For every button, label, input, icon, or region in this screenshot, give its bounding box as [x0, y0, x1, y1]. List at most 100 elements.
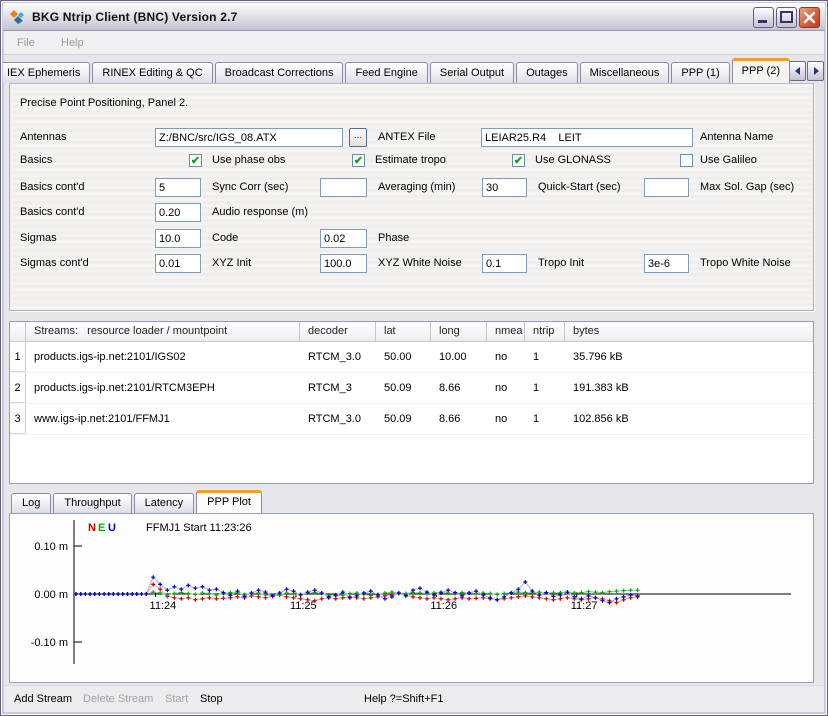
tab-ppp-plot[interactable]: PPP Plot — [196, 490, 262, 513]
bnc-logo-icon — [9, 9, 25, 25]
svg-text:0.10 m: 0.10 m — [34, 541, 68, 553]
streams-table-header: Streams: resource loader / mountpoint de… — [10, 322, 813, 342]
antenna-name-label: Antenna Name — [700, 128, 773, 147]
audio-response-input[interactable] — [155, 203, 201, 222]
header-long: long — [431, 322, 487, 341]
basics-label: Basics — [20, 151, 52, 170]
tab-ppp-1[interactable]: PPP (1) — [671, 62, 729, 83]
basics-contd2-label: Basics cont'd — [20, 203, 84, 222]
tab-scroll-right-button[interactable] — [807, 61, 824, 81]
svg-text:N: N — [88, 522, 96, 534]
ppp2-panel: Precise Point Positioning, Panel 2. Ante… — [9, 83, 814, 311]
tropo-init-input[interactable] — [482, 254, 527, 273]
tab-throughput[interactable]: Throughput — [53, 493, 131, 513]
xyz-init-input[interactable] — [155, 254, 201, 273]
cell-decoder: RTCM_3.0 — [300, 404, 376, 434]
use-galileo-label: Use Galileo — [700, 151, 757, 170]
tab-latency[interactable]: Latency — [134, 493, 195, 513]
averaging-input[interactable] — [320, 178, 367, 197]
panel-heading: Precise Point Positioning, Panel 2. — [20, 94, 188, 113]
tab-scroll-left-button[interactable] — [789, 61, 806, 81]
cell-bytes: 191.383 kB — [565, 373, 813, 403]
tab-serial-output[interactable]: Serial Output — [430, 62, 514, 83]
antex-path-input[interactable] — [155, 128, 343, 147]
cell-long: 8.66 — [431, 373, 487, 403]
tab-broadcast-corrections[interactable]: Broadcast Corrections — [215, 62, 344, 83]
tropo-init-label: Tropo Init — [538, 254, 584, 273]
minimize-button[interactable] — [753, 7, 774, 28]
max-sol-gap-label: Max Sol. Gap (sec) — [700, 178, 794, 197]
use-phase-obs-checkbox[interactable]: ✔ — [189, 154, 202, 167]
row-number: 3 — [10, 404, 26, 434]
streams-table: Streams: resource loader / mountpoint de… — [9, 321, 814, 484]
use-glonass-checkbox[interactable]: ✔ — [512, 154, 525, 167]
use-glonass-label: Use GLONASS — [535, 151, 611, 170]
start-button[interactable]: Start — [165, 686, 188, 713]
cell-decoder: RTCM_3 — [300, 373, 376, 403]
svg-text:11:26: 11:26 — [430, 600, 457, 612]
cell-nmea: no — [487, 404, 525, 434]
browse-antex-button[interactable]: ... — [349, 128, 367, 147]
header-mountpoint: Streams: resource loader / mountpoint — [26, 322, 300, 341]
audio-response-label: Audio response (m) — [212, 203, 308, 222]
cell-bytes: 102.856 kB — [565, 404, 813, 434]
tab-outages[interactable]: Outages — [516, 62, 578, 83]
sigma-phase-input[interactable] — [320, 229, 367, 248]
chevron-right-icon — [810, 65, 822, 77]
add-stream-button[interactable]: Add Stream — [14, 686, 72, 713]
tab-rinex-editing-qc[interactable]: RINEX Editing & QC — [92, 62, 212, 83]
close-button[interactable] — [799, 7, 820, 28]
antennas-label: Antennas — [20, 128, 66, 147]
tab-rinex-ephemeris[interactable]: IEX Ephemeris — [3, 62, 90, 83]
sync-corr-input[interactable] — [155, 178, 201, 197]
title-bar: BKG Ntrip Client (BNC) Version 2.7 — [3, 3, 825, 31]
chevron-left-icon — [792, 65, 804, 77]
header-decoder: decoder — [300, 322, 376, 341]
row-number: 1 — [10, 342, 26, 372]
stream-row-3[interactable]: 3 www.igs-ip.net:2101/FFMJ1 RTCM_3.0 50.… — [10, 404, 813, 435]
xyz-white-noise-input[interactable] — [320, 254, 367, 273]
minimize-icon — [754, 8, 773, 27]
menu-help[interactable]: Help — [61, 31, 84, 55]
estimate-tropo-checkbox[interactable]: ✔ — [352, 154, 365, 167]
use-phase-obs-label: Use phase obs — [212, 151, 285, 170]
stop-button[interactable]: Stop — [200, 686, 223, 713]
tab-miscellaneous[interactable]: Miscellaneous — [580, 62, 670, 83]
window-title: BKG Ntrip Client (BNC) Version 2.7 — [32, 10, 238, 24]
sigma-code-label: Code — [212, 229, 238, 248]
sigma-code-input[interactable] — [155, 229, 201, 248]
antenna-name-input[interactable] — [481, 128, 693, 147]
maximize-button[interactable] — [776, 7, 797, 28]
delete-stream-button[interactable]: Delete Stream — [83, 686, 153, 713]
cell-mountpoint: products.igs-ip.net:2101/RTCM3EPH — [26, 373, 300, 403]
header-ntrip: ntrip — [525, 322, 565, 341]
stream-row-2[interactable]: 2 products.igs-ip.net:2101/RTCM3EPH RTCM… — [10, 373, 813, 404]
row-number: 2 — [10, 373, 26, 403]
cell-ntrip: 1 — [525, 373, 565, 403]
cell-ntrip: 1 — [525, 342, 565, 372]
max-sol-gap-input[interactable] — [644, 178, 689, 197]
svg-text:FFMJ1 Start 11:23:26: FFMJ1 Start 11:23:26 — [146, 522, 252, 534]
menu-file[interactable]: File — [17, 31, 35, 55]
cell-long: 8.66 — [431, 404, 487, 434]
cell-mountpoint: www.igs-ip.net:2101/FFMJ1 — [26, 404, 300, 434]
quick-start-input[interactable] — [482, 178, 527, 197]
tropo-white-noise-input[interactable] — [644, 254, 689, 273]
stream-row-1[interactable]: 1 products.igs-ip.net:2101/IGS02 RTCM_3.… — [10, 342, 813, 373]
tab-feed-engine[interactable]: Feed Engine — [345, 62, 427, 83]
tab-ppp-2[interactable]: PPP (2) — [732, 58, 790, 83]
ppp-plot-canvas: 0.10 m0.00 m-0.10 m11:2411:2511:2611:27N… — [10, 514, 813, 682]
cell-ntrip: 1 — [525, 404, 565, 434]
header-number-column — [10, 322, 26, 341]
cell-bytes: 35.796 kB — [565, 342, 813, 372]
cell-lat: 50.09 — [376, 373, 431, 403]
basics-contd-label: Basics cont'd — [20, 178, 84, 197]
bnc-window: BKG Ntrip Client (BNC) Version 2.7 File … — [0, 0, 828, 716]
estimate-tropo-label: Estimate tropo — [375, 151, 446, 170]
use-galileo-checkbox[interactable] — [680, 154, 693, 167]
tab-log[interactable]: Log — [11, 493, 51, 513]
top-tab-bar: IEX EphemerisRINEX Editing & QCBroadcast… — [3, 58, 825, 84]
svg-text:11:27: 11:27 — [571, 600, 598, 612]
help-shortcut-text: Help ?=Shift+F1 — [364, 686, 444, 713]
svg-text:U: U — [108, 522, 116, 534]
